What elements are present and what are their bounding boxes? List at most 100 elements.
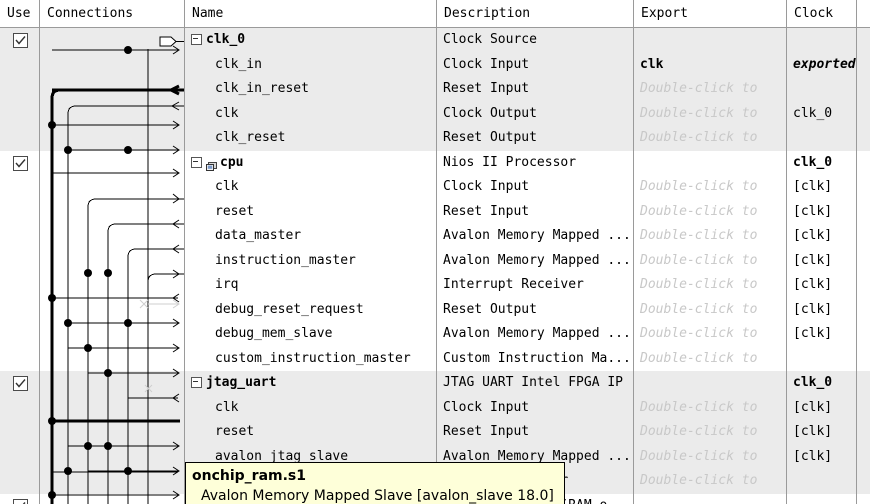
cell-clock[interactable] <box>787 77 856 102</box>
cell-description[interactable]: Avalon Memory Mapped ... <box>437 322 633 347</box>
row-name-label: jtag_uart <box>206 375 277 390</box>
table-body[interactable]: clk_0 Clock Source clk_in Clock Input clk exp… <box>0 28 870 504</box>
cell-clock[interactable]: [clk] <box>787 175 856 200</box>
column-header-connections[interactable]: Connections <box>40 0 185 27</box>
cell-export[interactable]: Double-click to <box>634 445 786 470</box>
cell-name[interactable]: clk <box>185 102 436 127</box>
use-checkbox-checked[interactable] <box>13 33 28 48</box>
cell-export[interactable] <box>634 28 786 53</box>
tooltip-interface-type: Avalon Memory Mapped Slave [avalon_slave… <box>201 488 554 504</box>
cell-name[interactable]: clk <box>185 396 436 421</box>
cell-clock[interactable]: [clk] <box>787 445 856 470</box>
cell-name[interactable]: clk_in_reset <box>185 77 436 102</box>
cell-description[interactable]: Avalon Memory Mapped ... <box>437 224 633 249</box>
cell-description[interactable]: Clock Input <box>437 53 633 78</box>
expander-minus-icon[interactable] <box>191 377 202 388</box>
cell-export[interactable] <box>634 494 786 504</box>
column-header-description[interactable]: Description <box>437 0 634 27</box>
cell-clock[interactable] <box>787 469 856 494</box>
use-checkbox-checked[interactable] <box>13 155 28 171</box>
cell-description[interactable]: Reset Input <box>437 420 633 445</box>
column-header-name[interactable]: Name <box>185 0 437 27</box>
cell-description[interactable]: Reset Input <box>437 200 633 225</box>
cell-export[interactable]: Double-click to <box>634 200 786 225</box>
cell-description[interactable]: Avalon Memory Mapped ... <box>437 249 633 274</box>
cell-description[interactable]: Clock Output <box>437 102 633 127</box>
cell-clock[interactable]: [clk] <box>787 420 856 445</box>
cell-clock[interactable]: [clk] <box>787 200 856 225</box>
cell-use <box>0 298 39 323</box>
cell-clock[interactable]: clk_0 <box>787 102 856 127</box>
cell-export[interactable]: Double-click to <box>634 224 786 249</box>
column-header-export[interactable]: Export <box>634 0 787 27</box>
cell-name[interactable]: clk <box>185 175 436 200</box>
cell-name[interactable]: reset <box>185 420 436 445</box>
cell-clock[interactable]: [clk] <box>787 322 856 347</box>
cell-export[interactable]: Double-click to <box>634 396 786 421</box>
column-header-use[interactable]: Use <box>0 0 40 27</box>
cell-name[interactable]: clk_0 <box>185 28 436 53</box>
cell-clock[interactable]: [clk] <box>787 224 856 249</box>
cell-name[interactable]: debug_reset_request <box>185 298 436 323</box>
cell-export[interactable]: Double-click to <box>634 469 786 494</box>
cell-name[interactable]: cpu <box>185 151 436 176</box>
cell-description[interactable]: Reset Input <box>437 77 633 102</box>
cell-use <box>0 469 39 494</box>
cell-description[interactable]: Interrupt Receiver <box>437 273 633 298</box>
cell-name[interactable]: clk_reset <box>185 126 436 151</box>
cell-description[interactable]: JTAG UART Intel FPGA IP <box>437 371 633 396</box>
cell-use <box>0 273 39 298</box>
cell-description[interactable]: Clock Input <box>437 175 633 200</box>
cell-export[interactable]: Double-click to <box>634 322 786 347</box>
cell-export[interactable]: Double-click to <box>634 420 786 445</box>
cell-clock[interactable] <box>787 28 856 53</box>
cell-export[interactable]: Double-click to <box>634 347 786 372</box>
cell-name[interactable]: data_master <box>185 224 436 249</box>
cell-export[interactable]: Double-click to <box>634 249 786 274</box>
expander-minus-icon[interactable] <box>191 156 202 168</box>
cell-clock[interactable]: exported <box>787 53 856 78</box>
row-name-label: clk <box>215 399 239 415</box>
cell-export[interactable]: clk <box>634 53 786 78</box>
cell-description[interactable]: Custom Instruction Ma... <box>437 347 633 372</box>
cell-export[interactable]: Double-click to <box>634 102 786 127</box>
cell-export[interactable]: Double-click to <box>634 175 786 200</box>
cell-name[interactable]: instruction_master <box>185 249 436 274</box>
cell-clock[interactable]: clk_0 <box>787 151 856 176</box>
cell-clock[interactable]: [clk] <box>787 249 856 274</box>
use-checkbox-checked[interactable] <box>13 498 28 504</box>
cell-clock[interactable]: [clk] <box>787 396 856 421</box>
cell-name[interactable]: custom_instruction_master <box>185 347 436 372</box>
cell-name[interactable]: irq <box>185 273 436 298</box>
cell-name[interactable]: debug_mem_slave <box>185 322 436 347</box>
cell-name[interactable]: jtag_uart <box>185 371 436 396</box>
expander-minus-icon[interactable] <box>191 34 202 45</box>
cell-clock[interactable] <box>787 347 856 372</box>
column-header-extra[interactable] <box>857 0 870 27</box>
cell-clock[interactable] <box>787 494 856 504</box>
cell-clock[interactable] <box>787 126 856 151</box>
cell-name[interactable]: clk_in <box>185 53 436 78</box>
cell-description[interactable]: Clock Input <box>437 396 633 421</box>
connections-wiring-svg[interactable] <box>40 28 185 504</box>
connections-diagram[interactable] <box>40 28 185 504</box>
cell-export[interactable]: Double-click to <box>634 298 786 323</box>
cell-export[interactable] <box>634 371 786 396</box>
row-name-label: instruction_master <box>215 252 356 268</box>
cell-description[interactable]: Reset Output <box>437 126 633 151</box>
cell-description[interactable]: Nios II Processor <box>437 151 633 176</box>
cell-export[interactable]: Double-click to <box>634 126 786 151</box>
cell-clock[interactable]: clk_0 <box>787 371 856 396</box>
cell-export[interactable]: Double-click to <box>634 273 786 298</box>
cell-name[interactable]: reset <box>185 200 436 225</box>
use-checkbox-checked[interactable] <box>13 376 28 391</box>
cell-clock[interactable]: [clk] <box>787 298 856 323</box>
cell-export[interactable]: Double-click to <box>634 77 786 102</box>
cell-description[interactable]: Clock Source <box>437 28 633 53</box>
column-header-clock[interactable]: Clock <box>787 0 857 27</box>
cell-description[interactable]: Reset Output <box>437 298 633 323</box>
cell-clock[interactable]: [clk] <box>787 273 856 298</box>
cell-export[interactable] <box>634 151 786 176</box>
column-divider-name <box>436 28 437 504</box>
cell-use <box>0 151 39 176</box>
